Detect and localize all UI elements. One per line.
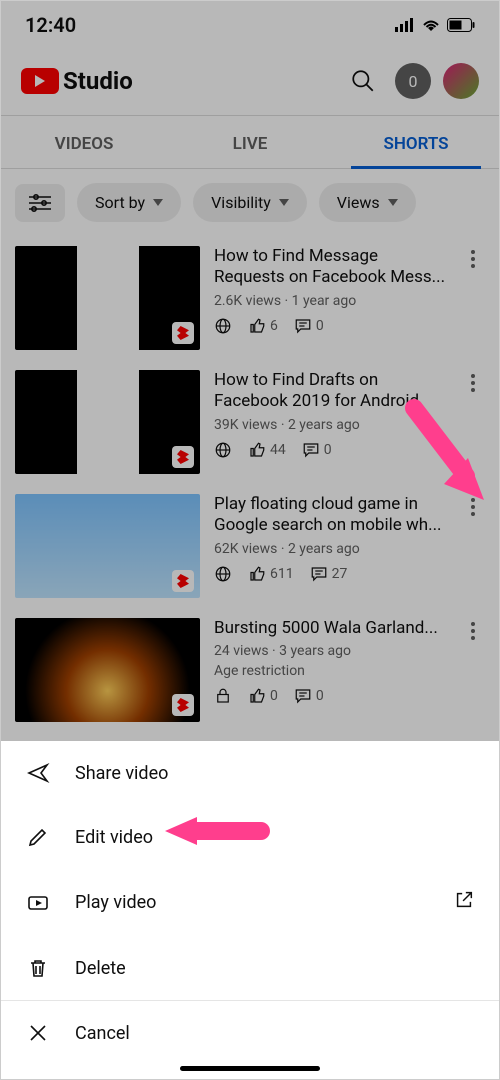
close-icon [25, 1021, 51, 1045]
search-button[interactable] [343, 61, 383, 101]
annotation-arrow [396, 396, 496, 516]
video-stats: 62K views · 2 years ago [214, 541, 447, 557]
likes-count: 44 [248, 441, 286, 459]
age-restriction-label: Age restriction [214, 663, 447, 679]
youtube-play-icon [21, 68, 59, 94]
notif-count: 0 [409, 72, 418, 91]
likes-count: 611 [248, 565, 294, 583]
thumbnail [15, 494, 200, 598]
pencil-icon [25, 825, 51, 849]
more-options-button[interactable] [461, 246, 485, 350]
globe-icon [214, 317, 232, 335]
video-title: How to Find Message Requests on Facebook… [214, 246, 447, 289]
thumbnail [15, 370, 200, 474]
lock-icon [214, 687, 232, 705]
globe-icon [214, 565, 232, 583]
chevron-down-icon [153, 199, 163, 206]
sheet-share[interactable]: Share video [1, 741, 499, 805]
annotation-arrow [161, 811, 271, 851]
external-link-icon [453, 889, 475, 916]
status-bar: 12:40 [1, 1, 499, 43]
chip-visibility[interactable]: Visibility [193, 183, 307, 222]
comments-count: 0 [294, 317, 324, 335]
home-indicator [180, 1066, 320, 1071]
tabs: VIDEOS LIVE SHORTS [1, 115, 499, 169]
chevron-down-icon [388, 199, 398, 206]
search-icon [350, 68, 376, 94]
avatar[interactable] [443, 63, 479, 99]
list-item[interactable]: How to Find Message Requests on Facebook… [1, 236, 499, 360]
tab-videos[interactable]: VIDEOS [1, 116, 167, 168]
action-sheet: Share video Edit video Play video Delete… [1, 741, 499, 1079]
sliders-icon [29, 194, 51, 212]
trash-icon [25, 956, 51, 980]
shorts-badge-icon [172, 446, 194, 468]
status-time: 12:40 [25, 13, 76, 37]
tab-live[interactable]: LIVE [167, 116, 333, 168]
shorts-badge-icon [172, 322, 194, 344]
tab-shorts[interactable]: SHORTS [333, 116, 499, 168]
app-title: Studio [63, 67, 133, 95]
comments-count: 0 [294, 687, 324, 705]
sheet-play[interactable]: Play video [1, 869, 499, 936]
thumbnail [15, 618, 200, 722]
app-bar: Studio 0 [1, 43, 499, 115]
shorts-badge-icon [172, 570, 194, 592]
signal-icon [395, 18, 415, 32]
battery-icon [447, 18, 475, 32]
status-icons [395, 18, 475, 32]
sheet-delete[interactable]: Delete [1, 936, 499, 1000]
share-icon [25, 761, 51, 785]
chip-views[interactable]: Views [319, 183, 416, 222]
list-item[interactable]: Bursting 5000 Wala Garland... 24 views ·… [1, 608, 499, 732]
filter-chips: Sort by Visibility Views [1, 169, 499, 236]
comments-count: 0 [302, 441, 332, 459]
video-stats: 24 views · 3 years ago [214, 643, 447, 659]
filter-icon-button[interactable] [15, 184, 65, 222]
video-stats: 2.6K views · 1 year ago [214, 293, 447, 309]
globe-icon [214, 441, 232, 459]
likes-count: 6 [248, 317, 278, 335]
chevron-down-icon [279, 199, 289, 206]
chip-sort[interactable]: Sort by [77, 183, 181, 222]
thumbnail [15, 246, 200, 350]
video-title: Bursting 5000 Wala Garland... [214, 618, 447, 639]
wifi-icon [421, 18, 441, 32]
comments-count: 27 [310, 565, 348, 583]
more-options-button[interactable] [461, 618, 485, 722]
play-rect-icon [25, 891, 51, 915]
shorts-badge-icon [172, 694, 194, 716]
likes-count: 0 [248, 687, 278, 705]
notifications-button[interactable]: 0 [395, 63, 431, 99]
studio-logo: Studio [21, 67, 133, 95]
